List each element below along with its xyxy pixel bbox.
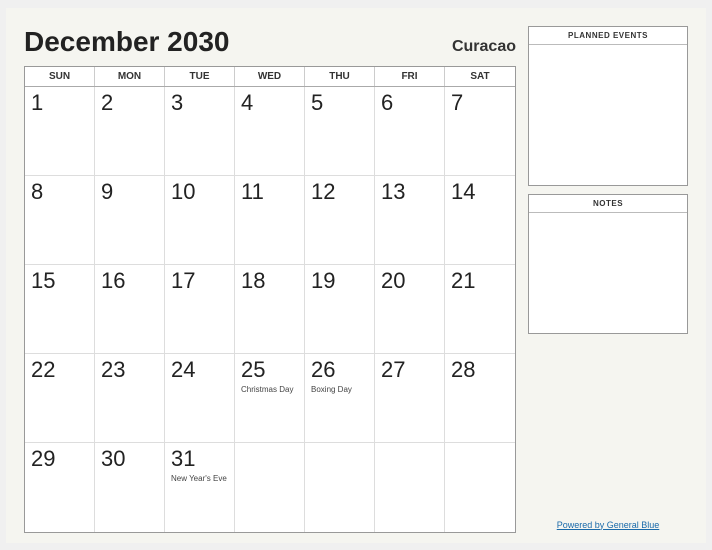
day-2[interactable]: 2 (95, 87, 165, 176)
planned-events-content[interactable] (529, 45, 687, 185)
day-16[interactable]: 16 (95, 265, 165, 354)
header-tue: TUE (165, 67, 235, 86)
day-7[interactable]: 7 (445, 87, 515, 176)
calendar-grid: 1 2 3 4 5 6 7 8 9 10 11 12 13 14 15 16 1… (25, 87, 515, 532)
day-21[interactable]: 21 (445, 265, 515, 354)
powered-by-link[interactable]: Powered by General Blue (557, 520, 660, 530)
christmas-day-label: Christmas Day (241, 385, 293, 395)
planned-events-title: PLANNED EVENTS (529, 27, 687, 45)
day-28[interactable]: 28 (445, 354, 515, 443)
left-panel: December 2030 Curacao SUN MON TUE WED TH… (24, 26, 516, 533)
day-31[interactable]: 31 New Year's Eve (165, 443, 235, 532)
day-headers: SUN MON TUE WED THU FRI SAT (25, 67, 515, 87)
day-10[interactable]: 10 (165, 176, 235, 265)
day-29[interactable]: 29 (25, 443, 95, 532)
powered-by: Powered by General Blue (528, 511, 688, 533)
header-wed: WED (235, 67, 305, 86)
day-5[interactable]: 5 (305, 87, 375, 176)
header-thu: THU (305, 67, 375, 86)
day-3[interactable]: 3 (165, 87, 235, 176)
calendar: SUN MON TUE WED THU FRI SAT 1 2 3 4 5 6 … (24, 66, 516, 533)
day-20[interactable]: 20 (375, 265, 445, 354)
notes-content[interactable] (529, 213, 687, 333)
notes-title: NOTES (529, 195, 687, 213)
header: December 2030 Curacao (24, 26, 516, 58)
empty-1 (235, 443, 305, 532)
empty-3 (375, 443, 445, 532)
page: December 2030 Curacao SUN MON TUE WED TH… (6, 8, 706, 543)
new-years-eve-label: New Year's Eve (171, 474, 227, 484)
day-11[interactable]: 11 (235, 176, 305, 265)
day-1[interactable]: 1 (25, 87, 95, 176)
day-4[interactable]: 4 (235, 87, 305, 176)
day-8[interactable]: 8 (25, 176, 95, 265)
right-panel: PLANNED EVENTS NOTES Powered by General … (528, 26, 688, 533)
day-22[interactable]: 22 (25, 354, 95, 443)
day-26[interactable]: 26 Boxing Day (305, 354, 375, 443)
day-13[interactable]: 13 (375, 176, 445, 265)
day-23[interactable]: 23 (95, 354, 165, 443)
empty-4 (445, 443, 515, 532)
day-17[interactable]: 17 (165, 265, 235, 354)
day-19[interactable]: 19 (305, 265, 375, 354)
boxing-day-label: Boxing Day (311, 385, 352, 395)
planned-events-box: PLANNED EVENTS (528, 26, 688, 186)
month-title: December 2030 (24, 26, 229, 58)
location: Curacao (452, 38, 516, 56)
day-24[interactable]: 24 (165, 354, 235, 443)
day-6[interactable]: 6 (375, 87, 445, 176)
header-mon: MON (95, 67, 165, 86)
empty-2 (305, 443, 375, 532)
notes-box: NOTES (528, 194, 688, 334)
day-30[interactable]: 30 (95, 443, 165, 532)
day-25[interactable]: 25 Christmas Day (235, 354, 305, 443)
header-sat: SAT (445, 67, 515, 86)
day-12[interactable]: 12 (305, 176, 375, 265)
day-9[interactable]: 9 (95, 176, 165, 265)
day-15[interactable]: 15 (25, 265, 95, 354)
day-27[interactable]: 27 (375, 354, 445, 443)
day-14[interactable]: 14 (445, 176, 515, 265)
day-18[interactable]: 18 (235, 265, 305, 354)
header-fri: FRI (375, 67, 445, 86)
header-sun: SUN (25, 67, 95, 86)
